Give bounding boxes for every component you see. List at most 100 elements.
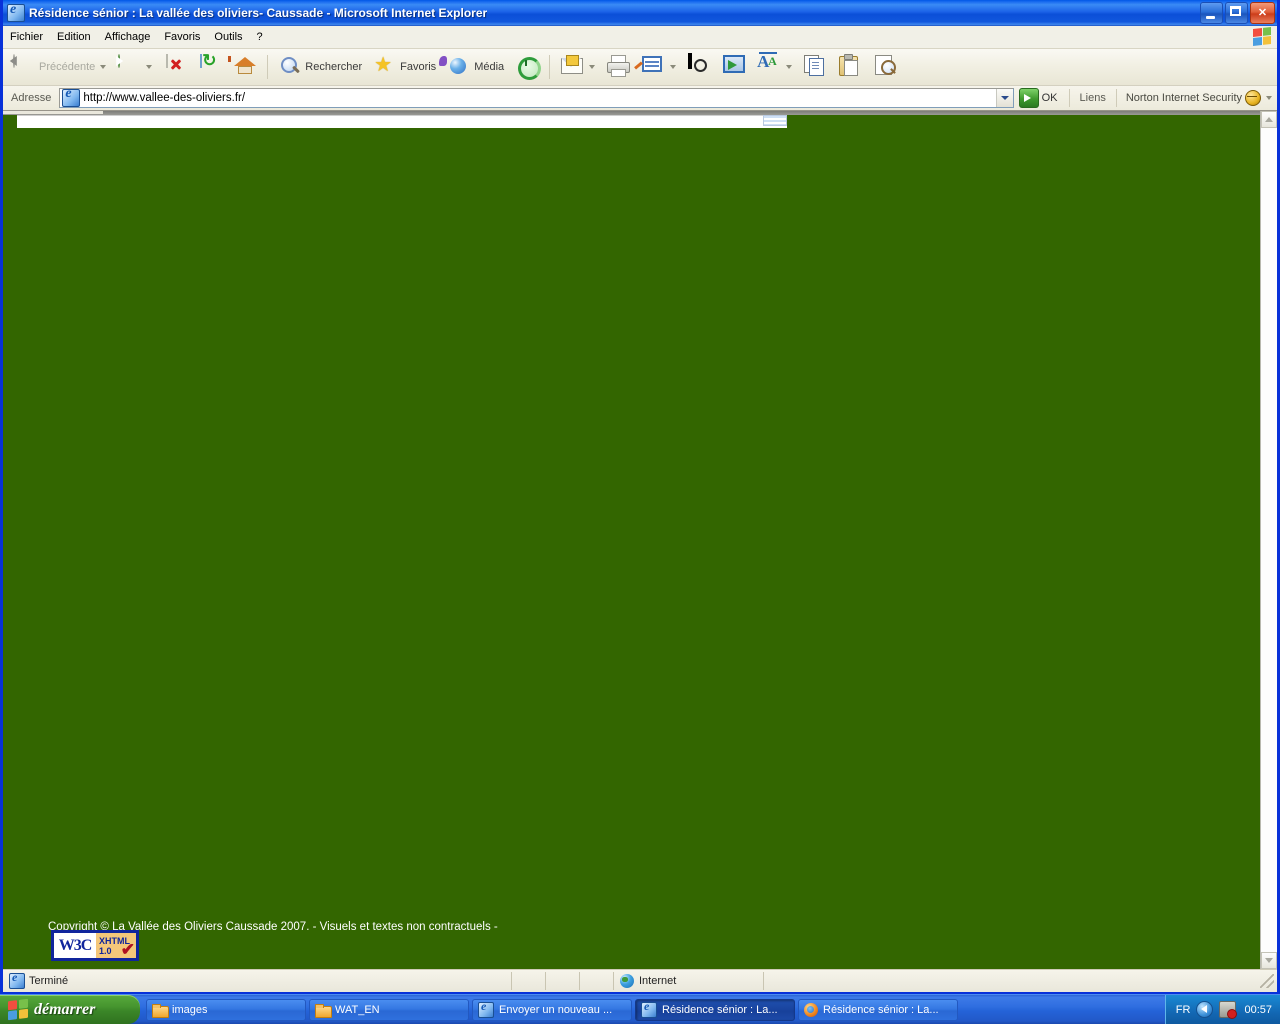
start-button[interactable]: démarrer [0,995,140,1024]
taskbar-item-label: Résidence sénior : La... [823,1003,939,1016]
red-check-icon: ✔ [120,940,135,959]
favorites-button[interactable]: Favoris [368,52,441,82]
ie-page-icon [62,86,81,107]
stop-icon [163,54,187,79]
minimize-icon [1206,16,1215,19]
copy-button[interactable] [798,52,832,82]
folder-icon [152,1003,169,1018]
system-tray: FR 00:57 [1164,995,1280,1024]
menu-item-help[interactable]: ? [250,29,270,45]
maximize-icon [1230,6,1241,16]
history-button[interactable] [510,52,544,82]
edit-dropdown-icon[interactable] [670,65,677,69]
media-label: Média [474,61,505,73]
close-button[interactable]: ✕ [1250,2,1275,24]
taskbar-item-wat-en[interactable]: WAT_EN [309,998,469,1021]
taskbar-item-label: Résidence sénior : La... [662,1003,778,1016]
go-button[interactable]: OK [1017,87,1063,109]
messenger-button[interactable] [717,52,751,82]
page-viewport: Copyright © La Vallée des Oliviers Causs… [3,111,1277,969]
mail-dropdown-icon[interactable] [589,65,596,69]
back-dropdown-icon[interactable] [100,65,107,69]
taskbar-item-images[interactable]: images [146,998,306,1021]
mail-button[interactable] [555,52,600,82]
scroll-down-button[interactable] [1261,952,1277,969]
vertical-scrollbar[interactable] [1260,111,1277,969]
page-content: Copyright © La Vallée des Oliviers Causs… [3,111,1260,969]
paste-icon [838,54,862,79]
maximize-button[interactable] [1225,2,1248,24]
messenger-icon [722,55,746,79]
address-dropdown-button[interactable] [995,89,1013,107]
edit-button[interactable] [634,52,681,82]
page-top-divider-cap [3,111,103,114]
network-error-icon[interactable] [1219,1001,1238,1019]
history-swirl-icon [515,55,539,79]
back-button[interactable]: Précédente [7,52,111,82]
page-header-placeholder [17,115,787,128]
language-indicator[interactable]: FR [1176,1004,1191,1016]
security-zone-pane[interactable]: Internet [614,972,764,990]
resize-grip-icon[interactable] [1260,974,1274,988]
shield-icon[interactable] [1196,1001,1214,1018]
start-label: démarrer [34,1000,96,1018]
links-button[interactable]: Liens [1076,92,1110,104]
ie-page-icon [9,970,25,989]
paste-button[interactable] [833,52,867,82]
menu-item-favoris[interactable]: Favoris [157,29,207,45]
print-button[interactable] [601,52,635,82]
scrollbar-track[interactable] [1261,128,1277,952]
address-label: Adresse [11,92,52,104]
stop-button[interactable] [158,52,192,82]
address-input-wrapper[interactable] [59,86,1014,108]
edit-document-icon [634,55,665,79]
back-arrow-icon [9,54,36,79]
w3c-validation-badge[interactable]: W3C XHTML 1.0 ✔ [51,930,139,961]
search-button[interactable]: Rechercher [273,52,367,82]
forward-arrow-icon [116,54,141,79]
printer-icon [606,55,631,79]
menu-item-affichage[interactable]: Affichage [98,29,158,45]
taskbar-item-residence-ie[interactable]: Résidence sénior : La... [635,998,795,1021]
discuss-icon [687,53,711,79]
folder-icon [315,1003,332,1018]
norton-dropdown-icon[interactable] [1266,96,1272,100]
norton-toolbar[interactable]: Norton Internet Security [1123,90,1275,106]
address-input[interactable] [83,92,996,104]
find-icon [873,55,897,79]
font-size-button[interactable]: AA [752,52,797,82]
media-ball-icon [439,55,471,79]
star-icon [373,55,397,79]
title-bar: Résidence sénior : La vallée des olivier… [3,0,1277,26]
clock[interactable]: 00:57 [1244,1004,1272,1016]
security-zone-text: Internet [639,975,677,987]
go-label: OK [1041,92,1058,104]
home-button[interactable] [228,52,262,82]
font-size-dropdown-icon[interactable] [786,65,793,69]
discuss-button[interactable] [682,52,716,82]
menu-item-fichier[interactable]: Fichier [3,29,50,45]
menu-item-edition[interactable]: Edition [50,29,98,45]
ie-document-icon [7,2,25,22]
internet-globe-icon [620,974,634,988]
status-bar: Terminé Internet [3,969,1277,992]
minimize-button[interactable] [1200,2,1223,24]
forward-dropdown-icon[interactable] [146,65,153,69]
search-label: Rechercher [305,61,363,73]
taskbar-item-envoyer[interactable]: Envoyer un nouveau ... [472,998,632,1021]
firefox-icon [804,1002,818,1017]
menu-item-outils[interactable]: Outils [207,29,249,45]
go-arrow-icon [1018,88,1039,108]
forward-button[interactable] [112,52,157,82]
address-separator [1115,89,1117,107]
refresh-button[interactable] [193,52,227,82]
find-button[interactable] [868,52,902,82]
ie-page-icon [478,1000,494,1018]
media-button[interactable]: Média [439,52,509,82]
toolbar-separator [267,55,269,79]
status-text: Terminé [29,975,69,987]
taskbar-item-residence-firefox[interactable]: Résidence sénior : La... [798,998,958,1021]
scroll-up-button[interactable] [1261,111,1277,128]
task-list: images WAT_EN Envoyer un nouveau ... Rés… [140,998,1165,1021]
status-pane-3 [580,972,614,990]
